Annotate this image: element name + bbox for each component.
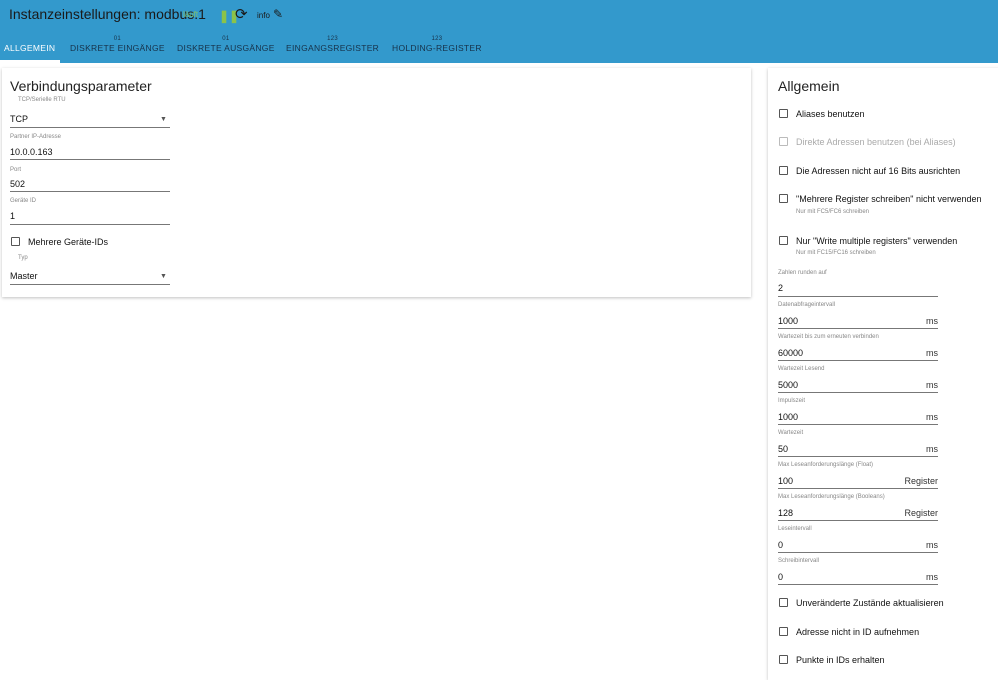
top-bar: Instanzeinstellungen: modbus.1 läuft ❚❚ … (0, 0, 998, 63)
only-multi-write-checkbox[interactable] (779, 236, 788, 245)
no-address-in-id-checkbox[interactable] (779, 627, 788, 636)
no-multi-write-hint: Nur mit FC5/FC6 schreiben (796, 209, 870, 215)
type-label: TCP/Serielle RTU (18, 97, 66, 103)
max-float-label: Max Leseanforderungslänge (Float) (778, 462, 874, 468)
only-multi-write-label: Nur "Write multiple registers" verwenden (796, 236, 958, 246)
connection-title: Verbindungsparameter (10, 78, 152, 94)
pulse-time-underline (778, 424, 938, 425)
device-id-input[interactable]: 1 (10, 211, 15, 221)
direct-addresses-label: Direkte Adressen benutzen (bei Aliases) (796, 137, 956, 147)
page-title: Instanzeinstellungen: modbus.1 (9, 6, 206, 22)
tab-diskrete-eingaenge[interactable]: 01 DISKRETE EINGÄNGE (70, 36, 165, 53)
wait-time-label: Wartezeit (778, 430, 804, 436)
update-unchanged-checkbox[interactable] (779, 598, 788, 607)
max-bool-unit: Register (904, 508, 938, 518)
connection-panel: Verbindungsparameter TCP/Serielle RTU TC… (2, 68, 751, 297)
device-id-underline (10, 224, 170, 225)
multi-ids-checkbox[interactable] (11, 237, 20, 246)
pulse-time-label: Impulszeit (778, 398, 806, 404)
role-label: Typ (18, 255, 28, 261)
only-multi-write-hint: Nur mit FC15/FC16 schreiben (796, 250, 876, 256)
no-address-in-id-label: Adresse nicht in ID aufnehmen (796, 627, 920, 637)
type-select-value[interactable]: TCP (10, 114, 28, 124)
wait-time-underline (778, 456, 938, 457)
round-input[interactable]: 2 (778, 283, 783, 293)
max-float-unit: Register (904, 476, 938, 486)
max-bool-input[interactable]: 128 (778, 508, 793, 518)
poll-interval-label: Datenabfrageintervall (778, 302, 836, 308)
role-select-underline (10, 284, 170, 285)
pencil-icon[interactable]: ✎ (273, 7, 283, 21)
read-timeout-unit: ms (926, 380, 938, 390)
read-timeout-input[interactable]: 5000 (778, 380, 798, 390)
type-select-underline (10, 127, 170, 128)
tab-allgemein[interactable]: ALLGEMEIN (4, 36, 55, 53)
update-unchanged-label: Unveränderte Zustände aktualisieren (796, 598, 944, 608)
poll-interval-underline (778, 328, 938, 329)
read-timeout-underline (778, 392, 938, 393)
no-16bit-align-checkbox[interactable] (779, 166, 788, 175)
read-interval-label: Leseintervall (778, 526, 812, 532)
general-title: Allgemein (778, 78, 840, 94)
no-multi-write-checkbox[interactable] (779, 194, 788, 203)
aliases-label: Aliases benutzen (796, 109, 865, 119)
multi-ids-label: Mehrere Geräte-IDs (28, 237, 109, 247)
max-bool-label: Max Leseanforderungslänge (Booleans) (778, 494, 885, 500)
poll-interval-input[interactable]: 1000 (778, 316, 798, 326)
reconnect-input[interactable]: 60000 (778, 348, 803, 358)
status-text: läuft (183, 10, 199, 19)
max-bool-underline (778, 520, 938, 521)
device-id-label: Geräte ID (10, 198, 37, 204)
no-16bit-align-label: Die Adressen nicht auf 16 Bits ausrichte… (796, 166, 961, 176)
write-interval-input[interactable]: 0 (778, 572, 783, 582)
keep-dots-label: Punkte in IDs erhalten (796, 655, 885, 665)
ip-label: Partner IP-Adresse (10, 134, 62, 140)
round-underline (778, 296, 938, 297)
role-select-value[interactable]: Master (10, 271, 38, 281)
read-interval-underline (778, 552, 938, 553)
write-interval-underline (778, 584, 938, 585)
tab-holding-register[interactable]: 123 HOLDING-REGISTER (392, 36, 482, 53)
chevron-down-icon[interactable]: ▼ (160, 273, 167, 280)
tab-eingangsregister[interactable]: 123 EINGANGSREGISTER (286, 36, 379, 53)
port-underline (10, 191, 170, 192)
keep-dots-checkbox[interactable] (779, 655, 788, 664)
port-input[interactable]: 502 (10, 179, 25, 189)
reload-icon[interactable]: ⟳ (235, 5, 248, 23)
wait-time-unit: ms (926, 444, 938, 454)
chevron-down-icon[interactable]: ▼ (160, 116, 167, 123)
no-multi-write-label: "Mehrere Register schreiben" nicht verwe… (796, 194, 982, 204)
poll-interval-unit: ms (926, 316, 938, 326)
direct-addresses-checkbox (779, 137, 788, 146)
info-link[interactable]: info (257, 11, 270, 20)
port-label: Port (10, 167, 22, 173)
write-interval-label: Schreibintervall (778, 558, 820, 564)
read-interval-unit: ms (926, 540, 938, 550)
general-panel: Allgemein Aliases benutzen Direkte Adres… (768, 68, 998, 680)
read-timeout-label: Wartezeit Lesend (778, 366, 825, 372)
max-float-underline (778, 488, 938, 489)
ip-underline (10, 159, 170, 160)
read-interval-input[interactable]: 0 (778, 540, 783, 550)
round-label: Zahlen runden auf (778, 270, 827, 276)
wait-time-input[interactable]: 50 (778, 444, 788, 454)
write-interval-unit: ms (926, 572, 938, 582)
aliases-checkbox[interactable] (779, 109, 788, 118)
max-float-input[interactable]: 100 (778, 476, 793, 486)
pulse-time-input[interactable]: 1000 (778, 412, 798, 422)
tab-diskrete-ausgaenge[interactable]: 01 DISKRETE AUSGÄNGE (177, 36, 275, 53)
pulse-time-unit: ms (926, 412, 938, 422)
reconnect-unit: ms (926, 348, 938, 358)
active-tab-indicator (0, 60, 60, 63)
reconnect-label: Wartezeit bis zum erneuten verbinden (778, 334, 879, 340)
ip-input[interactable]: 10.0.0.163 (10, 147, 53, 157)
reconnect-underline (778, 360, 938, 361)
